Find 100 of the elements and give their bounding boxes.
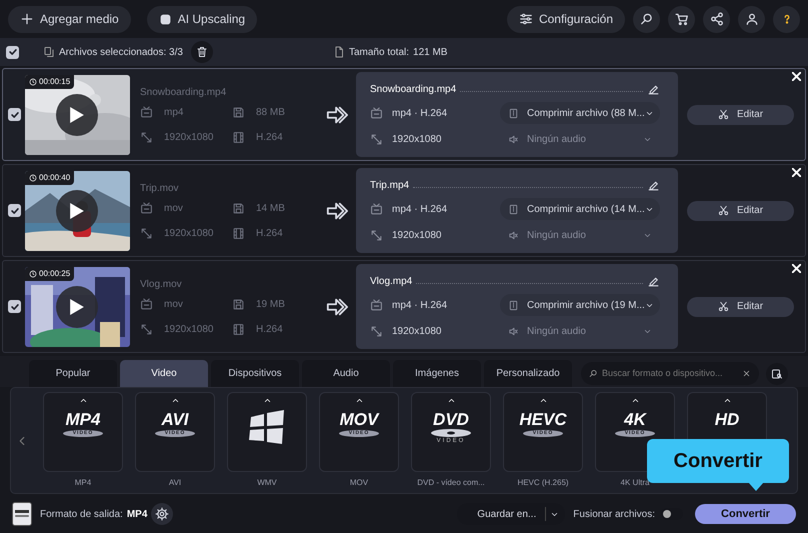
settings-button[interactable] xyxy=(151,503,174,525)
search-icon xyxy=(589,369,598,378)
tooltip-pointer xyxy=(748,482,764,491)
format-logo: DVD xyxy=(433,411,469,428)
format-tab[interactable]: Video xyxy=(120,360,208,387)
pencil-icon[interactable] xyxy=(647,178,660,192)
format-logo: MP4 xyxy=(66,411,100,428)
zip-icon xyxy=(508,300,519,310)
film-icon xyxy=(232,130,245,144)
convert-button[interactable]: Convertir xyxy=(695,504,796,524)
clock-icon xyxy=(29,270,37,278)
format-finder-button[interactable] xyxy=(766,363,788,385)
output-format: mp4 · H.264 xyxy=(392,202,448,216)
format-label: 4K Ultra xyxy=(620,477,650,489)
source-resolution: 1920x1080 xyxy=(164,322,214,336)
up-caret-icon xyxy=(262,396,272,405)
scissors-icon xyxy=(718,109,729,120)
source-size: 19 MB xyxy=(256,298,285,312)
pencil-icon[interactable] xyxy=(647,82,660,96)
close-button[interactable] xyxy=(792,264,801,273)
user-icon xyxy=(744,12,758,26)
close-button[interactable] xyxy=(792,168,801,177)
check-icon xyxy=(10,110,20,120)
file-row[interactable]: 00:00:40 Trip.mov mov 14 MB 1920x1080 H.264 Trip.mp4 mp4 · H.264 Comprimir archivo (14 M... 1920x1080 Ningún audio Editar xyxy=(2,164,806,257)
file-search-icon xyxy=(771,368,783,380)
windows-logo-icon xyxy=(247,409,287,445)
format-label: MOV xyxy=(350,477,368,489)
ai-upscaling-button[interactable]: AI Upscaling xyxy=(146,6,258,32)
source-size: 88 MB xyxy=(256,106,285,120)
output-format: mp4 · H.264 xyxy=(392,106,448,120)
close-button[interactable] xyxy=(792,72,801,81)
source-resolution: 1920x1080 xyxy=(164,226,214,240)
compression-dropdown[interactable]: Comprimir archivo (19 M... xyxy=(500,294,660,316)
settings-icon xyxy=(518,12,533,26)
format-label: AVI xyxy=(168,477,182,489)
close-icon xyxy=(792,72,801,81)
checkbox[interactable] xyxy=(8,204,21,217)
mp4-file-icon xyxy=(12,502,32,526)
account-button[interactable] xyxy=(738,6,765,32)
edit-button[interactable]: Editar xyxy=(687,296,794,316)
up-caret-icon xyxy=(354,396,364,405)
format-tile[interactable] xyxy=(227,392,307,472)
format-tab[interactable]: Dispositivos xyxy=(211,360,299,387)
delete-button[interactable] xyxy=(190,41,213,63)
file-row[interactable]: 00:00:25 Vlog.mov mov 19 MB 1920x1080 H.264 Vlog.mp4 mp4 · H.264 Comprimir archivo (19 M... 1920x1080 Ningún audio Editar xyxy=(2,260,806,353)
format-search-field[interactable]: Buscar formato o dispositivo... xyxy=(581,362,759,385)
source-format: mov xyxy=(164,298,183,312)
format-label: WMV xyxy=(257,477,277,489)
output-file-name: Snowboarding.mp4 xyxy=(370,82,456,96)
checkbox[interactable] xyxy=(8,300,21,313)
file-row[interactable]: 00:00:15 Snowboarding.mp4 mp4 88 MB 1920x1080 H.264 Snowboarding.mp4 mp4 · H.264 Comprimir archivo (88 M... 1920x1080 Ningún audio Editar xyxy=(2,68,806,161)
settings-button[interactable]: Configuración xyxy=(506,6,625,32)
output-format-value: MP4 xyxy=(126,508,148,522)
format-tab[interactable]: Imágenes xyxy=(393,360,481,387)
output-resolution: 1920x1080 xyxy=(392,228,442,242)
source-format: mov xyxy=(164,202,183,216)
check-icon xyxy=(8,47,18,57)
format-label: HEVC (H.265) xyxy=(517,477,569,489)
clear-icon[interactable] xyxy=(742,369,751,378)
convert-arrow-icon xyxy=(326,104,348,126)
share-icon xyxy=(710,12,724,26)
add-media-button[interactable]: Agregar medio xyxy=(8,6,131,32)
speaker-icon xyxy=(508,134,519,144)
help-button[interactable] xyxy=(773,6,800,32)
resize-icon xyxy=(140,322,153,336)
speaker-icon xyxy=(508,326,519,336)
format-tab[interactable]: Popular xyxy=(29,360,117,387)
merge-files-label: Fusionar archivos: xyxy=(573,508,655,522)
format-tab[interactable]: Audio xyxy=(302,360,390,387)
format-logo: AVI xyxy=(161,411,189,428)
check-icon xyxy=(10,206,20,216)
pencil-icon[interactable] xyxy=(647,274,660,288)
resize-icon xyxy=(370,228,383,242)
compression-dropdown[interactable]: Comprimir archivo (14 M... xyxy=(500,198,660,220)
checkbox[interactable] xyxy=(6,46,19,58)
up-caret-icon xyxy=(538,396,548,405)
resize-icon xyxy=(370,132,383,146)
close-icon xyxy=(792,264,801,273)
convert-arrow-icon xyxy=(326,296,348,318)
search-input[interactable]: Buscar formato o dispositivo... xyxy=(602,366,742,380)
cart-button[interactable] xyxy=(668,6,695,32)
checkbox[interactable] xyxy=(8,108,21,121)
share-button[interactable] xyxy=(703,6,730,32)
search-button[interactable] xyxy=(633,6,660,32)
film-icon xyxy=(232,226,245,240)
resize-icon xyxy=(140,226,153,240)
output-file-name: Vlog.mp4 xyxy=(370,274,412,288)
format-logo: HEVC xyxy=(519,411,567,428)
source-resolution: 1920x1080 xyxy=(164,130,214,144)
edit-button[interactable]: Editar xyxy=(687,200,794,220)
format-tab[interactable]: Personalizado xyxy=(484,360,572,387)
play-icon xyxy=(70,202,84,218)
output-resolution: 1920x1080 xyxy=(392,324,442,338)
trash-icon xyxy=(196,46,208,58)
files-icon xyxy=(43,46,55,58)
total-size-label: Tamaño total: xyxy=(348,46,410,60)
edit-button[interactable]: Editar xyxy=(687,104,794,124)
format-logo: HD xyxy=(714,411,740,428)
compression-dropdown[interactable]: Comprimir archivo (88 M... xyxy=(500,102,660,124)
resize-icon xyxy=(370,324,383,338)
